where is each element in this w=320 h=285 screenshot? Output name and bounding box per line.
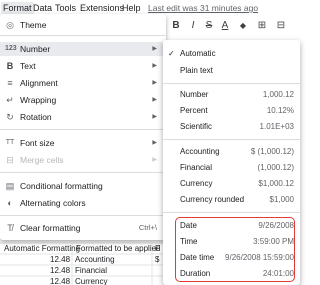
strikethrough-button[interactable]: S [204, 19, 214, 33]
divider [163, 83, 300, 84]
toolbar: B I S A ◆ ⊞ ⊟ [162, 16, 300, 36]
menu-item-rotation[interactable]: ↻ Rotation ▶ [0, 110, 166, 124]
format-accounting[interactable]: Accounting $ (1,000.12) [163, 145, 300, 159]
menu-format[interactable]: Format [1, 2, 34, 14]
number-format-submenu: ✓ Automatic Plain text Number 1,000.12 P… [163, 40, 300, 285]
format-date-time[interactable]: Date time 9/26/2008 15:59:00 [163, 251, 300, 265]
cell-extra[interactable]: $ [155, 254, 159, 265]
format-automatic[interactable]: ✓ Automatic [163, 47, 300, 61]
merge-icon[interactable]: ⊟ [274, 19, 288, 33]
menu-extensions[interactable]: Extensions [80, 2, 124, 14]
shortcut-label: Ctrl+\ [138, 223, 157, 232]
menu-data[interactable]: Data [33, 2, 52, 14]
menu-item-clear-formatting[interactable]: T̸ Clear formatting Ctrl+\ [0, 221, 166, 235]
format-time[interactable]: Time 3:59:00 PM [163, 235, 300, 249]
submenu-arrow-icon: ▶ [152, 46, 157, 52]
header-automatic-formatting[interactable]: Automatic Formatting [4, 243, 80, 254]
submenu-arrow-icon: ▶ [152, 114, 157, 120]
cell-format[interactable]: Financial [75, 265, 107, 276]
last-edit-link[interactable]: Last edit was 31 minutes ago [148, 2, 258, 14]
divider [0, 35, 166, 36]
format-date[interactable]: Date 9/26/2008 [163, 219, 300, 233]
submenu-arrow-icon: ▶ [152, 157, 157, 163]
menu-help[interactable]: Help [122, 2, 141, 14]
cell-value[interactable]: 12.48 [50, 254, 70, 265]
menu-item-merge-cells[interactable]: ⊟ Merge cells ▶ [0, 153, 166, 167]
divider [163, 139, 300, 140]
divider [0, 129, 166, 130]
header-formatted-to-be-applied[interactable]: Formatted to be applied [76, 243, 161, 254]
paint-roller-icon: ▤ [5, 181, 15, 191]
alternating-colors-icon: ◐ [7, 198, 13, 208]
menu-item-font-size[interactable]: TT Font size ▶ [0, 136, 166, 150]
checkmark-icon: ✓ [168, 49, 175, 58]
format-number[interactable]: Number 1,000.12 [163, 88, 300, 102]
format-duration[interactable]: Duration 24:01:00 [163, 267, 300, 281]
format-menu: ◎ Theme 123 Number ▶ B Text ▶ ≡ Alignmen… [0, 14, 166, 240]
menu-item-alternating-colors[interactable]: ◐ Alternating colors [0, 196, 166, 210]
menu-item-text[interactable]: B Text ▶ [0, 59, 166, 73]
submenu-arrow-icon: ▶ [152, 80, 157, 86]
merge-cells-icon: ⊟ [6, 155, 14, 165]
submenu-arrow-icon: ▶ [152, 97, 157, 103]
rotation-icon: ↻ [6, 112, 14, 122]
format-plain-text[interactable]: Plain text [163, 64, 300, 78]
format-currency-rounded[interactable]: Currency rounded $1,000 [163, 193, 300, 207]
format-currency[interactable]: Currency $1,000.12 [163, 177, 300, 191]
wrap-icon: ↵ [6, 95, 14, 105]
format-financial[interactable]: Financial (1,000.12) [163, 161, 300, 175]
bold-icon: B [6, 61, 14, 71]
text-color-button[interactable]: A [220, 19, 230, 33]
fill-color-icon[interactable]: ◆ [236, 19, 250, 33]
align-left-icon: ≡ [7, 78, 13, 88]
number-icon: 123 [5, 45, 17, 52]
font-size-icon: TT [5, 139, 15, 146]
format-scientific[interactable]: Scientific 1.01E+03 [163, 120, 300, 134]
menu-item-number[interactable]: 123 Number ▶ [0, 42, 166, 56]
cell-value[interactable]: 12.48 [50, 265, 70, 276]
borders-icon[interactable]: ⊞ [255, 19, 269, 33]
menu-item-wrapping[interactable]: ↵ Wrapping ▶ [0, 93, 166, 107]
menu-item-theme[interactable]: ◎ Theme [0, 18, 166, 32]
cell-format[interactable]: Accounting [75, 254, 115, 265]
submenu-arrow-icon: ▶ [152, 63, 157, 69]
submenu-arrow-icon: ▶ [152, 140, 157, 146]
header-f[interactable]: F [155, 243, 160, 254]
divider [0, 172, 166, 173]
menu-tools[interactable]: Tools [55, 2, 76, 14]
menu-item-alignment[interactable]: ≡ Alignment ▶ [0, 76, 166, 90]
format-percent[interactable]: Percent 10.12% [163, 104, 300, 118]
cell-value[interactable]: 12.48 [50, 276, 70, 285]
italic-button[interactable]: I [188, 19, 198, 33]
divider [0, 215, 166, 216]
bold-button[interactable]: B [171, 19, 181, 33]
menu-item-conditional-formatting[interactable]: ▤ Conditional formatting [0, 179, 166, 193]
cell-format[interactable]: Currency [75, 276, 107, 285]
clear-formatting-icon: T̸ [7, 223, 13, 233]
divider [163, 212, 300, 213]
palette-icon: ◎ [6, 20, 14, 30]
